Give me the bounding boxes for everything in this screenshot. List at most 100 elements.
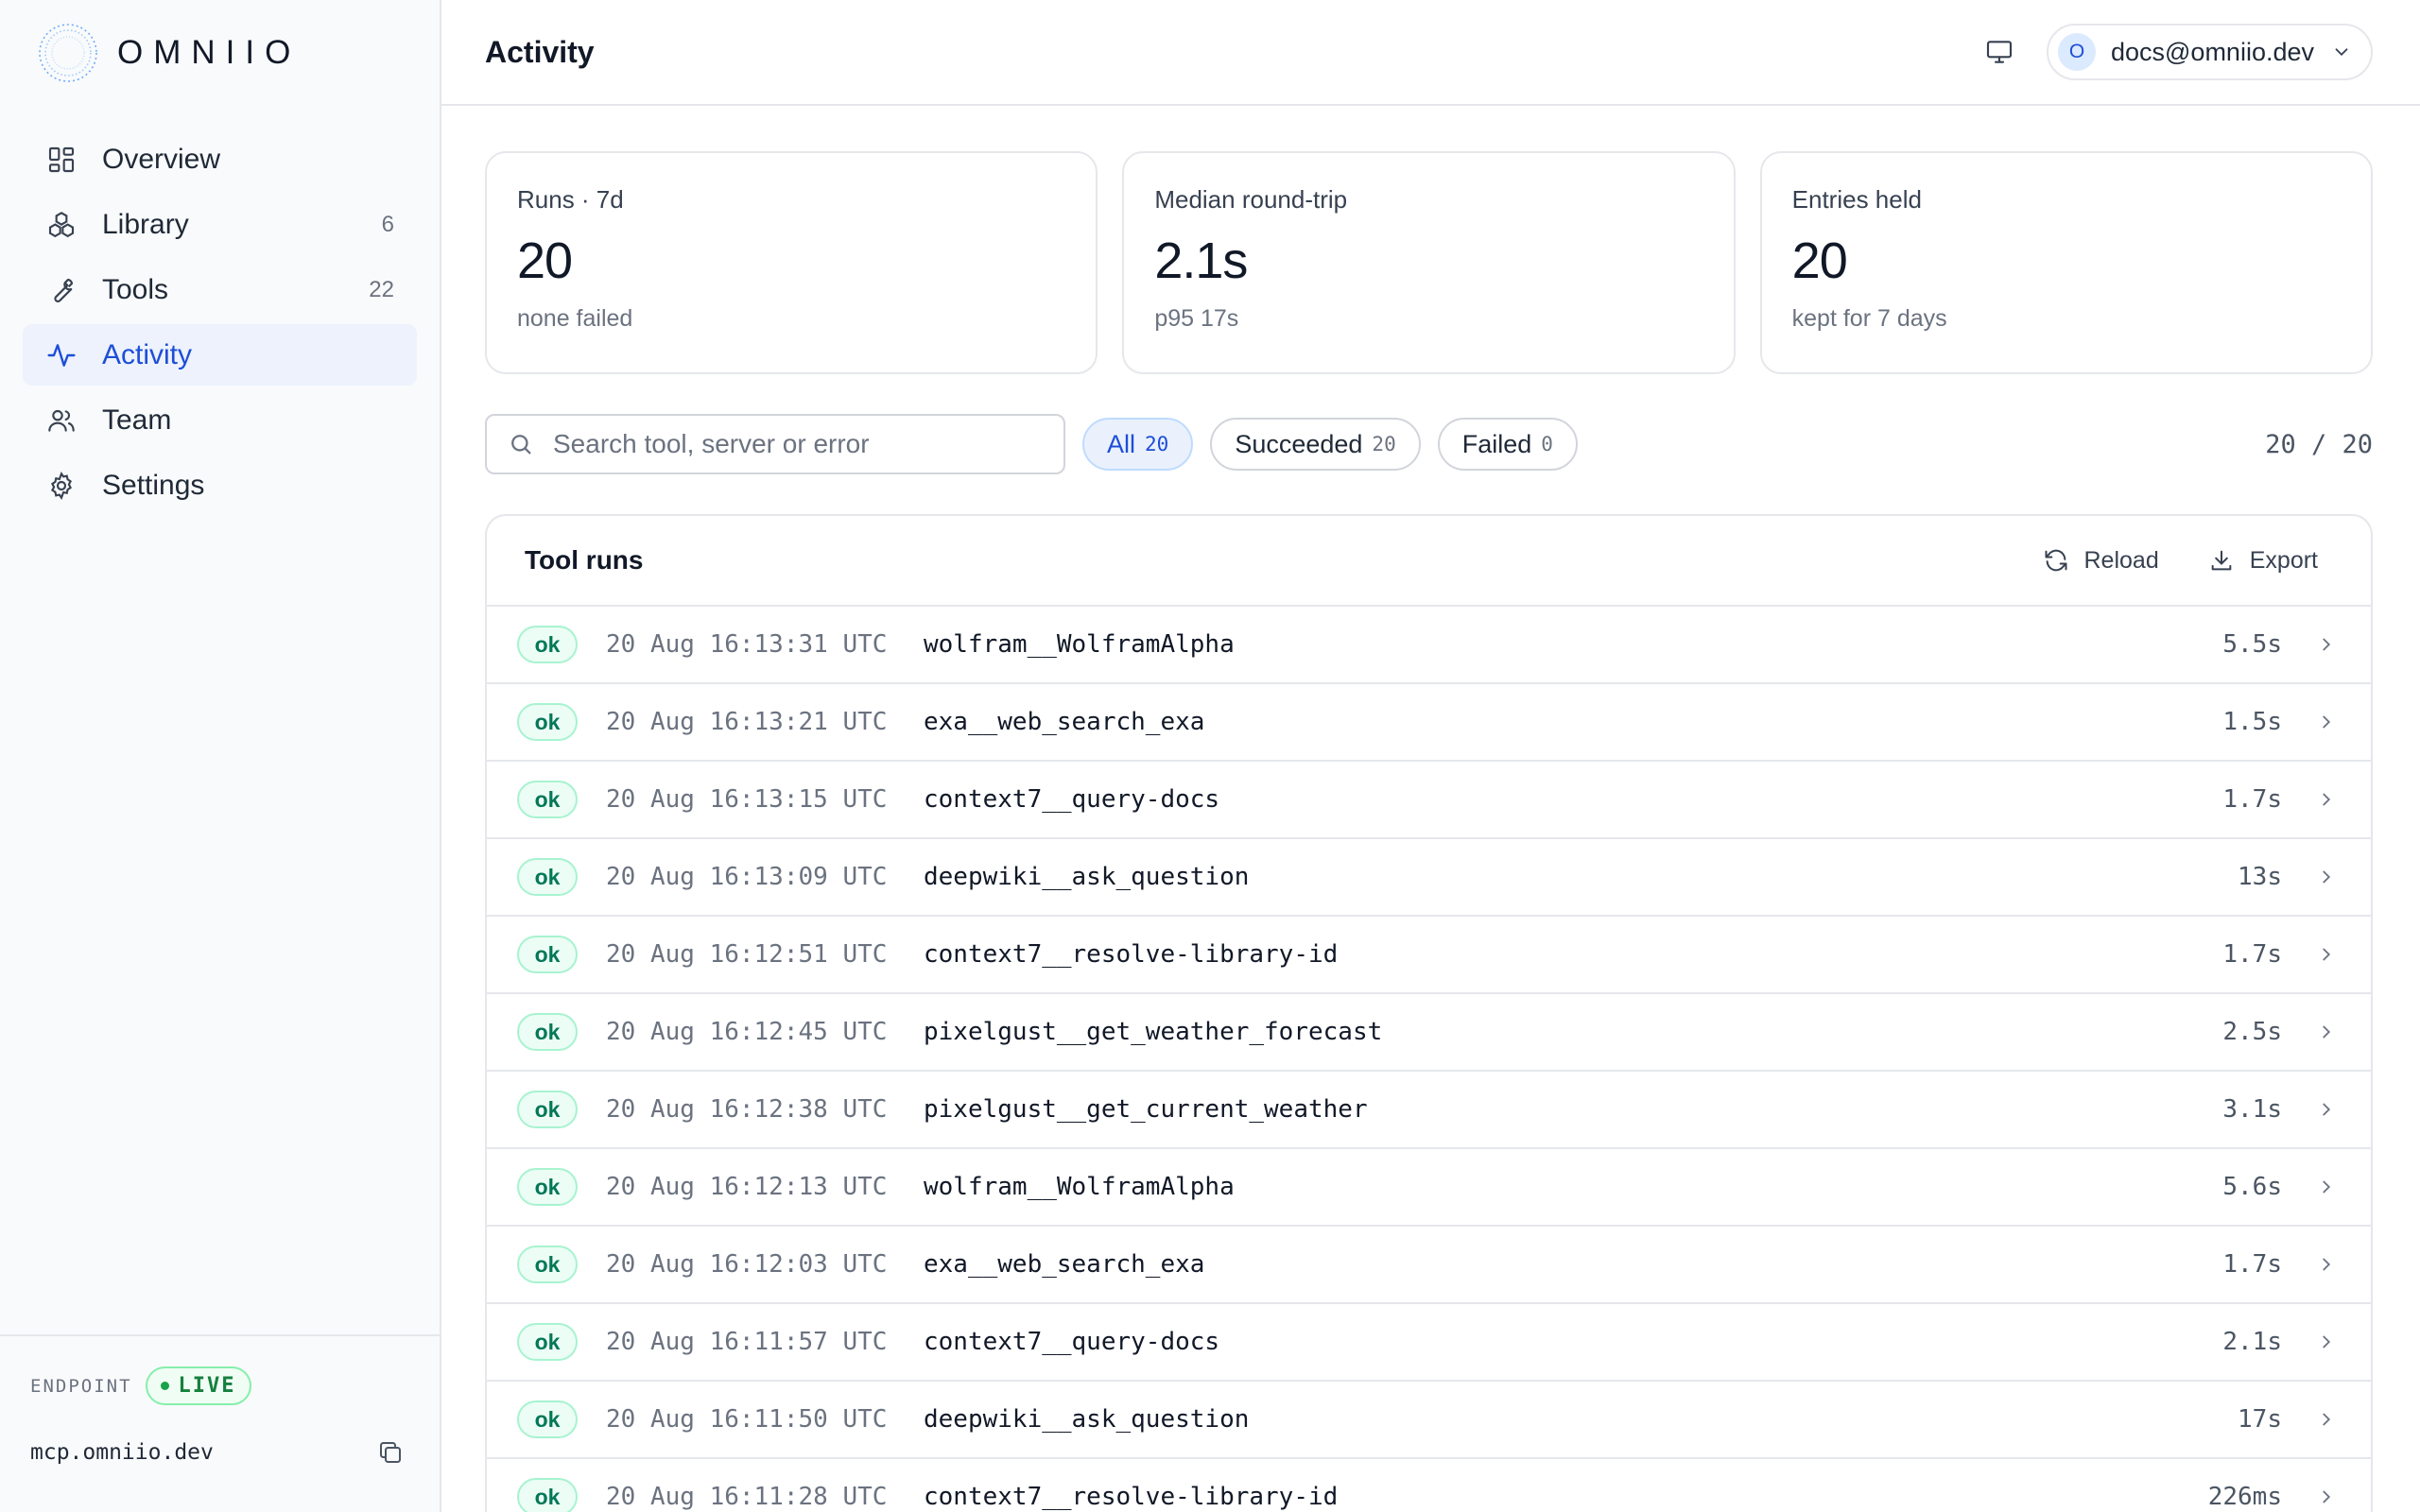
run-duration: 5.6s [2222, 1173, 2282, 1201]
table-row[interactable]: ok 20 Aug 16:12:51 UTC context7__resolve… [487, 917, 2371, 994]
chevron-down-icon [2335, 48, 2348, 57]
table-row[interactable]: ok 20 Aug 16:13:09 UTC deepwiki__ask_que… [487, 839, 2371, 917]
status-badge: ok [517, 1400, 578, 1438]
run-timestamp: 20 Aug 16:12:51 UTC [606, 940, 888, 969]
table-row[interactable]: ok 20 Aug 16:13:31 UTC wolfram__WolframA… [487, 607, 2371, 684]
run-duration: 226ms [2207, 1483, 2282, 1511]
run-duration: 13s [2238, 863, 2282, 891]
status-badge: ok [517, 858, 578, 896]
sidebar-item-label: Activity [102, 338, 193, 370]
filter-chip-failed[interactable]: Failed 0 [1437, 418, 1578, 471]
stat-card-median: Median round-trip 2.1s p95 17s [1122, 151, 1736, 374]
sidebar-item-settings[interactable]: Settings [23, 455, 417, 516]
live-dot-icon [160, 1382, 169, 1390]
status-badge: ok [517, 1168, 578, 1206]
run-timestamp: 20 Aug 16:11:57 UTC [606, 1328, 888, 1356]
table-row[interactable]: ok 20 Aug 16:11:57 UTC context7__query-d… [487, 1304, 2371, 1382]
sidebar-item-label: Tools [102, 273, 169, 305]
sidebar-item-count: 22 [369, 276, 394, 302]
display-toggle-button[interactable] [1979, 31, 2020, 73]
sidebar-item-library[interactable]: Library 6 [23, 194, 417, 255]
sidebar-item-team[interactable]: Team [23, 389, 417, 451]
chevron-right-icon [2314, 1097, 2339, 1122]
run-duration: 1.5s [2222, 708, 2282, 736]
tool-name: exa__web_search_exa [924, 1250, 1205, 1279]
sidebar-item-label: Library [102, 208, 189, 240]
table-title: Tool runs [525, 545, 644, 575]
status-badge: ok [517, 1013, 578, 1051]
run-duration: 1.7s [2222, 940, 2282, 969]
endpoint-host: mcp.omniio.dev [30, 1440, 214, 1465]
sidebar-item-overview[interactable]: Overview [23, 129, 417, 190]
table-row[interactable]: ok 20 Aug 16:12:03 UTC exa__web_search_e… [487, 1227, 2371, 1304]
table-row[interactable]: ok 20 Aug 16:11:50 UTC deepwiki__ask_que… [487, 1382, 2371, 1459]
run-timestamp: 20 Aug 16:13:21 UTC [606, 708, 888, 736]
search-box[interactable] [485, 414, 1065, 474]
run-duration: 5.5s [2222, 630, 2282, 659]
result-count: 20 / 20 [2265, 429, 2373, 459]
filter-chip-all[interactable]: All 20 [1082, 418, 1194, 471]
endpoint-panel: ENDPOINT LIVE mcp.omniio.dev [0, 1334, 440, 1512]
run-timestamp: 20 Aug 16:11:28 UTC [606, 1483, 888, 1511]
search-icon [511, 435, 531, 455]
tool-name: wolfram__WolframAlpha [924, 630, 1235, 659]
tool-name: pixelgust__get_weather_forecast [924, 1018, 1383, 1046]
search-input[interactable] [553, 429, 1043, 459]
run-timestamp: 20 Aug 16:13:15 UTC [606, 785, 888, 814]
tool-name: context7__resolve-library-id [924, 940, 1339, 969]
sidebar-nav: Overview Library 6 Tools 22 Activity Tea… [0, 106, 440, 516]
account-email: docs@omniio.dev [2110, 37, 2314, 66]
content: Runs · 7d 20 none failed Median round-tr… [441, 106, 2420, 1512]
wrench-icon [45, 274, 78, 306]
status-badge: ok [517, 1091, 578, 1128]
run-duration: 2.5s [2222, 1018, 2282, 1046]
tool-name: deepwiki__ask_question [924, 863, 1250, 891]
export-button[interactable]: Export [2208, 547, 2318, 575]
reload-button[interactable]: Reload [2043, 547, 2159, 575]
chevron-right-icon [2314, 1330, 2339, 1354]
filter-chip-count: 20 [1145, 433, 1169, 455]
run-timestamp: 20 Aug 16:12:45 UTC [606, 1018, 888, 1046]
table-row[interactable]: ok 20 Aug 16:12:45 UTC pixelgust__get_we… [487, 994, 2371, 1072]
status-badge: ok [517, 936, 578, 973]
users-icon [45, 404, 78, 437]
tool-name: context7__query-docs [924, 1328, 1220, 1356]
tool-name: deepwiki__ask_question [924, 1405, 1250, 1434]
run-timestamp: 20 Aug 16:11:50 UTC [606, 1405, 888, 1434]
top-bar: Activity O docs@omniio.dev [441, 0, 2420, 106]
sidebar-item-activity[interactable]: Activity [23, 324, 417, 386]
table-row[interactable]: ok 20 Aug 16:12:38 UTC pixelgust__get_cu… [487, 1072, 2371, 1149]
run-timestamp: 20 Aug 16:12:13 UTC [606, 1173, 888, 1201]
table-row[interactable]: ok 20 Aug 16:11:28 UTC context7__resolve… [487, 1459, 2371, 1512]
stat-value: 2.1s [1154, 232, 1248, 289]
avatar: O [2057, 33, 2096, 71]
status-badge-label: LIVE [178, 1374, 236, 1398]
stat-card-entries: Entries held 20 kept for 7 days [1759, 151, 2373, 374]
chevron-right-icon [2314, 1485, 2339, 1509]
status-badge: ok [517, 1246, 578, 1283]
table-row[interactable]: ok 20 Aug 16:12:13 UTC wolfram__WolframA… [487, 1149, 2371, 1227]
tool-name: pixelgust__get_current_weather [924, 1095, 1368, 1124]
table-row[interactable]: ok 20 Aug 16:13:15 UTC context7__query-d… [487, 762, 2371, 839]
filter-chip-label: Failed [1461, 429, 1532, 458]
library-boxes-icon [45, 209, 78, 241]
table-row[interactable]: ok 20 Aug 16:13:21 UTC exa__web_search_e… [487, 684, 2371, 762]
reload-icon [2045, 549, 2066, 572]
chevron-right-icon [2314, 942, 2339, 967]
brand[interactable]: OMNIIO [0, 0, 440, 106]
stat-value: 20 [1791, 232, 1848, 289]
account-menu[interactable]: O docs@omniio.dev [2046, 24, 2373, 80]
sidebar: OMNIIO Overview Library 6 Tools 22 Activ… [0, 0, 441, 1512]
omniio-logo-icon [39, 24, 97, 82]
sidebar-item-label: Team [102, 404, 172, 436]
stats-row: Runs · 7d 20 none failed Median round-tr… [485, 151, 2373, 374]
chevron-right-icon [2314, 1252, 2339, 1277]
sidebar-item-tools[interactable]: Tools 22 [23, 259, 417, 320]
activity-pulse-icon [45, 339, 78, 371]
copy-endpoint-button[interactable] [372, 1434, 409, 1471]
run-duration: 1.7s [2222, 1250, 2282, 1279]
filter-chip-succeeded[interactable]: Succeeded 20 [1210, 418, 1421, 471]
gear-icon [45, 470, 78, 502]
stat-subtext: none failed [517, 305, 633, 332]
sidebar-item-count: 6 [381, 211, 394, 237]
